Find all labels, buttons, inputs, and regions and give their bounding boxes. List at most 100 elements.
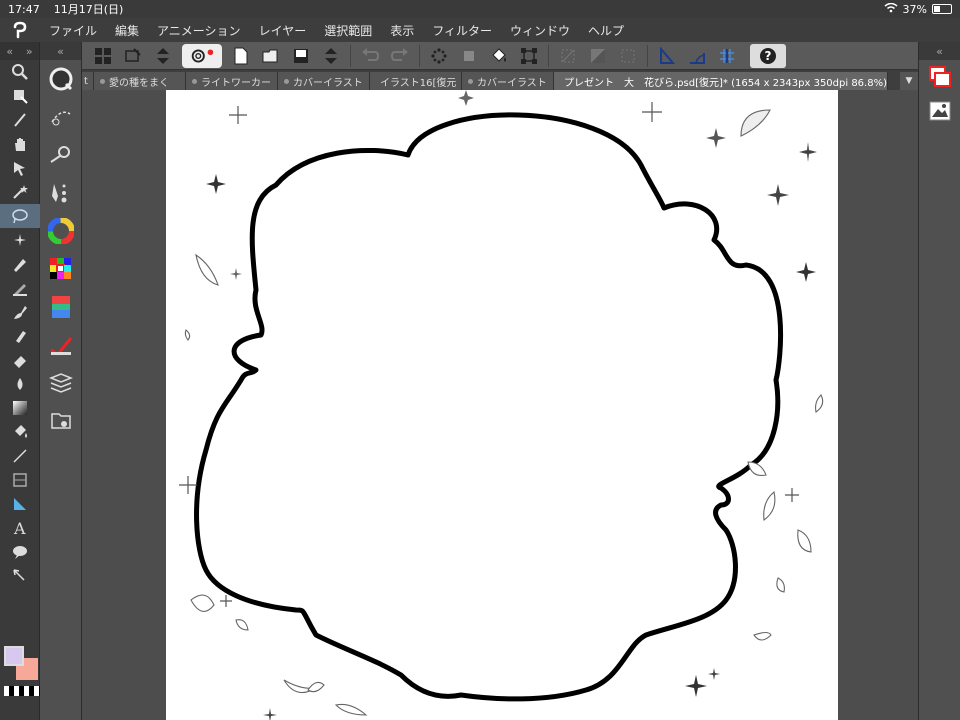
new-file-icon[interactable] bbox=[226, 44, 256, 68]
balloon-tool-icon[interactable] bbox=[0, 540, 40, 564]
canvas-area[interactable] bbox=[82, 90, 918, 720]
material-icon[interactable] bbox=[40, 402, 82, 440]
tool-palette-collapse[interactable]: «» bbox=[0, 42, 39, 60]
redo-icon[interactable] bbox=[385, 44, 415, 68]
tab-label: t bbox=[84, 75, 88, 87]
layer-panel-icon[interactable] bbox=[919, 60, 960, 94]
menu-window[interactable]: ウィンドウ bbox=[501, 22, 579, 39]
zoom-tool-icon[interactable] bbox=[0, 60, 40, 84]
text-tool-icon[interactable]: A bbox=[0, 516, 40, 540]
tab-list-dropdown[interactable]: ▼ bbox=[900, 72, 918, 90]
up-down-arrows-icon[interactable] bbox=[148, 44, 178, 68]
clear-outside-icon[interactable] bbox=[454, 44, 484, 68]
color-wheel-icon[interactable] bbox=[40, 212, 82, 250]
fill-selection-icon[interactable] bbox=[484, 44, 514, 68]
airbrush-tool-icon[interactable] bbox=[0, 324, 40, 348]
intermediate-color-icon[interactable] bbox=[40, 288, 82, 326]
deselect-icon[interactable] bbox=[553, 44, 583, 68]
document-tab[interactable]: ライトワーカー bbox=[186, 72, 278, 90]
color-indicator[interactable] bbox=[4, 646, 40, 696]
edit-mode-icon[interactable] bbox=[118, 44, 148, 68]
menu-layer[interactable]: レイヤー bbox=[250, 22, 316, 39]
menu-filter[interactable]: フィルター bbox=[423, 22, 501, 39]
tab-label: カバーイラスト bbox=[477, 77, 547, 89]
document-tab[interactable]: 愛の種をまく bbox=[94, 72, 186, 90]
document-tab[interactable]: イラスト16[復元 bbox=[370, 72, 462, 90]
main-color-swatch[interactable] bbox=[4, 646, 24, 666]
layer-move-tool-icon[interactable] bbox=[0, 156, 40, 180]
tab-label: 愛の種をまく bbox=[109, 77, 169, 89]
clear-icon[interactable] bbox=[424, 44, 454, 68]
layer-property-icon[interactable] bbox=[40, 364, 82, 402]
document-tab[interactable]: t bbox=[82, 72, 94, 90]
separator bbox=[419, 44, 420, 67]
canvas-preview-icon[interactable] bbox=[919, 94, 960, 128]
hand-tool-icon[interactable] bbox=[0, 132, 40, 156]
save-icon[interactable] bbox=[286, 44, 316, 68]
menu-selection[interactable]: 選択範囲 bbox=[315, 22, 381, 39]
status-date: 11月17日(日) bbox=[53, 3, 124, 16]
sub-tool-icon[interactable] bbox=[40, 98, 82, 136]
sort-arrows-icon[interactable] bbox=[316, 44, 346, 68]
status-bar: 17:47 11月17日(日) 37% bbox=[0, 0, 960, 18]
clip-studio-app: 17:47 11月17日(日) 37% ファイル 編集 アニメーション レイヤー… bbox=[0, 0, 960, 720]
transparent-color-swatch[interactable] bbox=[4, 686, 40, 696]
wifi-icon bbox=[884, 2, 898, 16]
command-bar: ? bbox=[82, 42, 918, 70]
lasso-select-tool-icon[interactable] bbox=[0, 204, 40, 228]
menu-bar: ファイル 編集 アニメーション レイヤー 選択範囲 表示 フィルター ウィンドウ… bbox=[0, 18, 960, 42]
menu-help[interactable]: ヘルプ bbox=[579, 22, 633, 39]
clip-studio-logo-icon[interactable] bbox=[0, 21, 40, 39]
fill-tool-icon[interactable] bbox=[0, 420, 40, 444]
approximate-color-icon[interactable] bbox=[40, 326, 82, 364]
battery-icon bbox=[932, 4, 952, 14]
move-tool-icon[interactable] bbox=[0, 84, 40, 108]
eraser-tool-icon[interactable] bbox=[0, 348, 40, 372]
transform-icon[interactable] bbox=[514, 44, 544, 68]
undo-icon[interactable] bbox=[355, 44, 385, 68]
eyedropper-tool-icon[interactable] bbox=[0, 228, 40, 252]
tab-label: カバーイラスト bbox=[293, 77, 363, 89]
select-all-icon[interactable] bbox=[613, 44, 643, 68]
right-panel-collapse[interactable]: « bbox=[919, 42, 960, 60]
tool-property-icon[interactable] bbox=[40, 136, 82, 174]
document-tab[interactable]: カバーイラスト bbox=[278, 72, 370, 90]
palette-column: « bbox=[40, 42, 82, 720]
pencil-tool-icon[interactable] bbox=[0, 276, 40, 300]
menu-file[interactable]: ファイル bbox=[40, 22, 106, 39]
open-file-icon[interactable] bbox=[256, 44, 286, 68]
menu-edit[interactable]: 編集 bbox=[106, 22, 148, 39]
tab-dot-icon bbox=[100, 78, 105, 84]
menu-view[interactable]: 表示 bbox=[381, 22, 423, 39]
color-set-icon[interactable] bbox=[40, 250, 82, 288]
correct-line-tool-icon[interactable] bbox=[0, 564, 40, 588]
tab-label: ライトワーカー bbox=[201, 77, 271, 89]
brush-tool-icon[interactable] bbox=[0, 300, 40, 324]
snap-to-ruler-icon[interactable] bbox=[652, 44, 682, 68]
line-tool-icon[interactable] bbox=[0, 444, 40, 468]
navigator-icon[interactable] bbox=[40, 60, 82, 98]
status-right: 37% bbox=[884, 2, 952, 16]
invert-selection-icon[interactable] bbox=[583, 44, 613, 68]
gradient-tool-icon[interactable] bbox=[0, 396, 40, 420]
pen-tool-icon[interactable] bbox=[0, 252, 40, 276]
snap-to-special-ruler-icon[interactable] bbox=[682, 44, 712, 68]
right-panel: « bbox=[918, 42, 960, 720]
snap-to-grid-icon[interactable] bbox=[712, 44, 742, 68]
ruler-tool-icon[interactable] bbox=[0, 492, 40, 516]
document-tab[interactable]: カバーイラスト bbox=[462, 72, 554, 90]
document-tab-active[interactable]: プレゼント 大 花びら.psd[復元]* (1654 x 2343px 350d… bbox=[554, 72, 888, 90]
tab-dot-icon bbox=[284, 78, 289, 84]
palette-column-collapse[interactable]: « bbox=[40, 42, 81, 60]
frame-tool-icon[interactable] bbox=[0, 468, 40, 492]
quick-access-toggle[interactable] bbox=[182, 43, 222, 68]
auto-select-tool-icon[interactable] bbox=[0, 180, 40, 204]
brush-size-icon[interactable] bbox=[40, 174, 82, 212]
operation-tool-icon[interactable] bbox=[0, 108, 40, 132]
tab-dot-icon bbox=[192, 78, 197, 84]
blend-tool-icon[interactable] bbox=[0, 372, 40, 396]
menu-animation[interactable]: アニメーション bbox=[148, 22, 250, 39]
canvas-paper[interactable] bbox=[166, 90, 838, 720]
grid-menu-icon[interactable] bbox=[88, 44, 118, 68]
help-button[interactable]: ? bbox=[750, 43, 786, 68]
